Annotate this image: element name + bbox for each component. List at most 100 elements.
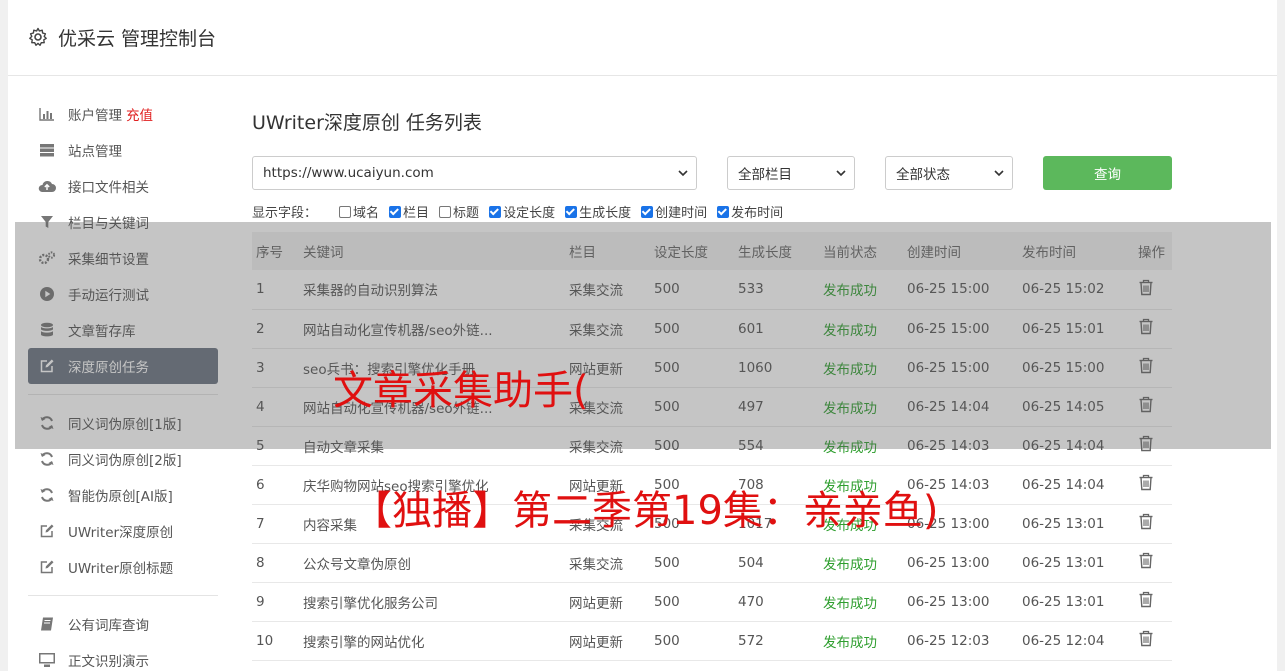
delete-button[interactable] xyxy=(1134,504,1172,543)
status-select-value: 全部状态 xyxy=(896,167,950,183)
table-row: 9 搜索引擎优化服务公司 网站更新 500 470 发布成功 06-25 13:00 06-2… xyxy=(252,582,1172,621)
field-label: 栏目 xyxy=(403,206,430,221)
delete-button[interactable] xyxy=(1134,465,1172,504)
table-cell: 504 xyxy=(738,554,764,571)
sidebar-item-label: 站点管理 xyxy=(68,144,122,160)
field-checkbox[interactable]: 生成长度 xyxy=(565,202,631,221)
table-cell: 网站更新 xyxy=(569,634,623,651)
table-cell: 06-25 13:00 xyxy=(907,593,990,610)
field-checkbox[interactable]: 栏目 xyxy=(389,202,429,221)
table-row: 8 公众号文章伪原创 采集交流 500 504 发布成功 06-25 13:00 06-25 … xyxy=(252,543,1172,582)
trash-icon xyxy=(1138,630,1154,651)
field-label: 生成长度 xyxy=(579,206,632,221)
table-cell: 572 xyxy=(738,632,764,649)
edit-icon xyxy=(38,523,56,539)
table-cell: 10 xyxy=(256,632,274,649)
recharge-link[interactable]: 充值 xyxy=(126,104,153,124)
sidebar-item-label: 智能伪原创[AI版] xyxy=(68,489,173,505)
query-button[interactable]: 查询 xyxy=(1043,156,1172,190)
site-select-value: https://www.ucaiyun.com xyxy=(263,165,434,181)
sidebar-item-label: UWriter原创标题 xyxy=(68,561,174,577)
field-label: 设定长度 xyxy=(503,206,556,221)
trash-icon xyxy=(1138,552,1154,573)
checkbox-unchecked-icon xyxy=(439,205,452,218)
display-fields-label: 显示字段： xyxy=(252,206,318,221)
trash-icon xyxy=(1138,591,1154,612)
table-cell: 06-25 12:03 xyxy=(907,632,990,649)
table-cell: 06-25 13:00 xyxy=(907,554,990,571)
table-cell: 公众号文章伪原创 xyxy=(303,556,411,573)
sidebar-item-0-1[interactable]: 站点管理 xyxy=(28,132,218,168)
chevron-down-icon xyxy=(994,170,1004,177)
field-label: 标题 xyxy=(453,206,480,221)
table-cell: 搜索引擎的网站优化 xyxy=(303,634,425,651)
watermark-line-1: 文章采集助手( xyxy=(333,368,589,414)
cloud-upload-icon xyxy=(38,178,56,194)
site-select[interactable]: https://www.ucaiyun.com xyxy=(252,156,697,190)
field-label: 发布时间 xyxy=(731,206,784,221)
sidebar-item-2-0[interactable]: 公有词库查询 xyxy=(28,606,218,642)
delete-button[interactable] xyxy=(1134,543,1172,582)
page-title: UWriter深度原创 任务列表 xyxy=(252,112,482,134)
sidebar-item-1-3[interactable]: UWriter深度原创 xyxy=(28,513,218,549)
delete-button[interactable] xyxy=(1134,621,1172,660)
monitor-icon xyxy=(38,652,56,668)
refresh-icon xyxy=(38,451,56,467)
sidebar-item-1-4[interactable]: UWriter原创标题 xyxy=(28,549,218,585)
table-cell: 7 xyxy=(256,515,265,532)
trash-icon xyxy=(1138,474,1154,495)
chevron-down-icon xyxy=(836,170,846,177)
sidebar-item-label: 同义词伪原创[2版] xyxy=(68,453,182,469)
checkbox-checked-icon xyxy=(565,205,578,218)
sidebar-item-0-0[interactable]: 账户管理 充值 xyxy=(28,96,218,132)
sidebar-item-1-2[interactable]: 智能伪原创[AI版] xyxy=(28,477,218,513)
status-select[interactable]: 全部状态 xyxy=(885,156,1013,190)
table-cell: 采集交流 xyxy=(569,556,623,573)
checkbox-checked-icon xyxy=(489,205,502,218)
table-cell: 8 xyxy=(256,554,265,571)
table-cell: 6 xyxy=(256,476,265,493)
status-cell: 发布成功 xyxy=(823,556,877,573)
table-cell: 470 xyxy=(738,593,764,610)
sidebar-item-label: UWriter深度原创 xyxy=(68,525,174,541)
column-select[interactable]: 全部栏目 xyxy=(727,156,855,190)
display-fields: 显示字段： 域名 栏目 标题 设定长度 生成长度 创建时间 发布时间 xyxy=(252,202,793,221)
delete-button[interactable] xyxy=(1134,582,1172,621)
table-row: 10 搜索引擎的网站优化 网站更新 500 572 发布成功 06-25 12:03 06-2… xyxy=(252,621,1172,660)
table-cell: 9 xyxy=(256,593,265,610)
sidebar-item-label: 账户管理 xyxy=(68,108,122,124)
table-cell: 搜索引擎优化服务公司 xyxy=(303,595,438,612)
table-cell: 500 xyxy=(654,632,680,649)
sidebar-item-label: 公有词库查询 xyxy=(68,618,149,634)
server-icon xyxy=(38,142,56,158)
sidebar-item-2-1[interactable]: 正文识别演示 xyxy=(28,642,218,671)
refresh-icon xyxy=(38,487,56,503)
field-checkbox[interactable]: 设定长度 xyxy=(489,202,555,221)
sidebar-item-0-2[interactable]: 接口文件相关 xyxy=(28,168,218,204)
field-checkbox[interactable]: 发布时间 xyxy=(717,202,783,221)
column-select-value: 全部栏目 xyxy=(738,167,792,183)
top-header: 优采云 管理控制台 xyxy=(8,0,1277,76)
sidebar-item-label: 接口文件相关 xyxy=(68,180,149,196)
status-cell: 发布成功 xyxy=(823,595,877,612)
console-title: 优采云 管理控制台 xyxy=(58,28,217,50)
field-label: 创建时间 xyxy=(655,206,708,221)
field-checkbox[interactable]: 域名 xyxy=(339,202,379,221)
edit-icon xyxy=(38,559,56,575)
table-cell: 06-25 14:04 xyxy=(1022,476,1105,493)
table-cell: 500 xyxy=(654,554,680,571)
table-cell: 06-25 12:04 xyxy=(1022,632,1105,649)
table-cell: 500 xyxy=(654,593,680,610)
chevron-down-icon xyxy=(678,170,688,177)
table-cell: 06-25 13:01 xyxy=(1022,515,1105,532)
book-icon xyxy=(38,616,56,632)
field-checkbox[interactable]: 标题 xyxy=(439,202,479,221)
checkbox-checked-icon xyxy=(389,205,402,218)
table-cell: 网站更新 xyxy=(569,595,623,612)
checkbox-unchecked-icon xyxy=(339,205,352,218)
field-checkbox[interactable]: 创建时间 xyxy=(641,202,707,221)
table-cell: 06-25 13:01 xyxy=(1022,554,1105,571)
field-label: 域名 xyxy=(353,206,380,221)
watermark-line-2: 【独播】第二季第19集：亲亲鱼) xyxy=(352,488,939,534)
video-overlay xyxy=(15,222,1271,449)
